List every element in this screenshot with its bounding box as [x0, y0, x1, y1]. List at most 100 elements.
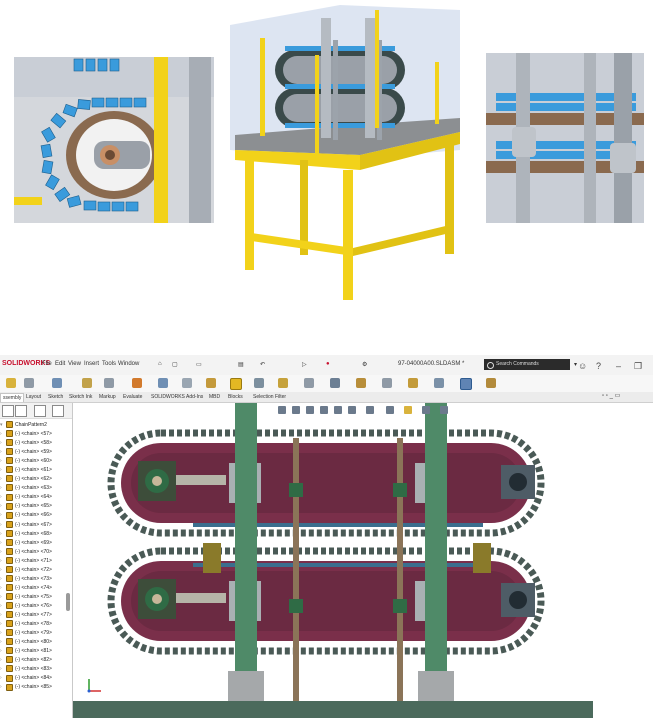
menu-tools[interactable]: Tools: [102, 361, 116, 367]
tab-markup[interactable]: Markup: [97, 393, 118, 401]
exploded-view-icon[interactable]: [304, 378, 314, 388]
view-settings-icon[interactable]: [440, 406, 448, 414]
tree-item[interactable]: › (-) <chain> <69>: [0, 538, 52, 548]
display-style-icon[interactable]: [366, 406, 374, 414]
options-icon[interactable]: ⚙: [362, 361, 367, 368]
tree-item[interactable]: › (-) <chain> <66>: [0, 511, 52, 520]
new-document-icon[interactable]: ▢: [172, 361, 178, 368]
zoom-area-icon[interactable]: [292, 406, 300, 414]
tree-item[interactable]: › (-) <chain> <79>: [0, 629, 52, 638]
active-view-icon[interactable]: [460, 378, 472, 390]
tab-selection-filter[interactable]: Selection Filter: [251, 393, 288, 401]
tree-item[interactable]: › (-) <chain> <77>: [0, 611, 52, 620]
menu-insert[interactable]: Insert: [84, 361, 99, 367]
tab-mbd[interactable]: MBD: [207, 393, 222, 401]
assembly-features-icon[interactable]: [206, 378, 216, 388]
user-icon[interactable]: ☺: [578, 361, 587, 371]
menu-file[interactable]: File: [42, 361, 52, 367]
tree-item[interactable]: › (-) <chain> <67>: [0, 520, 52, 530]
instant3d-icon[interactable]: [330, 378, 340, 388]
tree-item[interactable]: › (-) <chain> <61>: [0, 466, 52, 475]
restore-icon[interactable]: ❐: [634, 361, 642, 372]
tree-item-label: (-) <chain> <82>: [15, 657, 52, 664]
new-motion-study-icon[interactable]: [254, 378, 264, 388]
select-arrow-icon[interactable]: ▷: [302, 361, 307, 368]
tree-item[interactable]: › (-) <chain> <65>: [0, 502, 52, 511]
tree-item[interactable]: › (-) <chain> <64>: [0, 493, 52, 502]
interference-icon[interactable]: [434, 378, 444, 388]
assembly-tool-icon[interactable]: [6, 378, 16, 388]
open-icon[interactable]: ▭: [196, 361, 202, 368]
menu-view[interactable]: View: [68, 361, 81, 367]
show-hidden-icon[interactable]: [182, 378, 192, 388]
tree-scrollbar[interactable]: [66, 593, 70, 611]
zoom-to-fit-icon[interactable]: [278, 406, 286, 414]
move-component-icon[interactable]: [158, 378, 168, 388]
large-assembly-icon[interactable]: [408, 378, 418, 388]
hide-show-items-icon[interactable]: [386, 406, 394, 414]
tree-item[interactable]: › (-) <chain> <59>: [0, 448, 52, 457]
tree-item[interactable]: › (-) <chain> <80>: [0, 638, 52, 647]
update-speedpak-icon[interactable]: [356, 378, 366, 388]
tree-item[interactable]: › (-) <chain> <72>: [0, 565, 52, 575]
tab-evaluate[interactable]: Evaluate: [121, 393, 144, 401]
property-manager-tab[interactable]: [15, 405, 27, 417]
tree-item[interactable]: › (-) <chain> <83>: [0, 665, 52, 674]
tree-item[interactable]: › (-) <chain> <70>: [0, 547, 52, 557]
tree-item[interactable]: › (-) <chain> <71>: [0, 556, 52, 566]
tree-item[interactable]: › (-) <chain> <60>: [0, 457, 52, 466]
tree-item[interactable]: › (-) <chain> <82>: [0, 656, 52, 665]
smart-fasteners-icon[interactable]: [132, 378, 142, 388]
search-dropdown-icon[interactable]: ▾: [574, 361, 577, 368]
dynamic-annotation-icon[interactable]: [334, 406, 342, 414]
rebuild-icon[interactable]: ●: [326, 361, 330, 367]
home-icon[interactable]: ⌂: [158, 361, 162, 367]
view-orientation-icon[interactable]: [348, 406, 356, 414]
minimize-icon[interactable]: –: [616, 361, 621, 371]
undo-icon[interactable]: ↶: [260, 361, 265, 368]
menu-edit[interactable]: Edit: [55, 361, 65, 367]
help-icon[interactable]: ?: [596, 361, 601, 371]
tree-item[interactable]: › (-) <chain> <76>: [0, 602, 52, 611]
reference-geometry-icon[interactable]: [230, 378, 242, 390]
bill-of-materials-icon[interactable]: [278, 378, 288, 388]
panel-controls[interactable]: ▫ ▫ _ ▭: [602, 392, 620, 399]
print-icon[interactable]: ▤: [238, 361, 244, 368]
tree-item[interactable]: › (-) <chain> <62>: [0, 475, 52, 484]
tab-blocks[interactable]: Blocks: [226, 393, 245, 401]
component-preview-icon[interactable]: [82, 378, 92, 388]
search-input[interactable]: Search Commands: [484, 359, 570, 370]
tab-sketch[interactable]: Sketch: [46, 393, 65, 401]
tab-sketch-ink[interactable]: Sketch Ink: [67, 393, 94, 401]
tree-item[interactable]: › (-) <chain> <57>: [0, 430, 52, 439]
apply-scene-icon[interactable]: [422, 406, 430, 414]
instant-icon[interactable]: [486, 378, 496, 388]
mate-icon[interactable]: [52, 378, 62, 388]
section-view-icon[interactable]: [320, 406, 328, 414]
tab-solidworks-addins[interactable]: SOLIDWORKS Add-Ins: [149, 393, 205, 401]
configuration-tab[interactable]: [34, 405, 46, 417]
tree-item[interactable]: › (-) <chain> <68>: [0, 529, 52, 539]
tree-item[interactable]: › (-) <chain> <74>: [0, 584, 52, 593]
take-snapshot-icon[interactable]: [382, 378, 392, 388]
tree-item[interactable]: › (-) <chain> <75>: [0, 593, 52, 602]
conveyor-model-view[interactable]: [73, 403, 653, 718]
previous-view-icon[interactable]: [306, 406, 314, 414]
tree-item[interactable]: › (-) <chain> <58>: [0, 439, 52, 448]
tree-root[interactable]: ▾ ChainPattern2: [0, 421, 47, 430]
tree-item[interactable]: › (-) <chain> <81>: [0, 647, 52, 656]
tree-item[interactable]: › (-) <chain> <85>: [0, 683, 52, 692]
tab-layout[interactable]: Layout: [24, 393, 43, 401]
tree-item[interactable]: › (-) <chain> <84>: [0, 674, 52, 683]
tree-item[interactable]: › (-) <chain> <63>: [0, 484, 52, 493]
feature-tree-tab[interactable]: [2, 405, 14, 417]
tree-item[interactable]: › (-) <chain> <78>: [0, 620, 52, 629]
insert-component-icon[interactable]: [24, 378, 34, 388]
display-manager-tab[interactable]: [52, 405, 64, 417]
linear-pattern-icon[interactable]: [104, 378, 114, 388]
tree-root-label: ChainPattern2: [15, 422, 47, 428]
edit-appearance-icon[interactable]: [404, 406, 412, 414]
tree-item[interactable]: › (-) <chain> <73>: [0, 574, 52, 584]
menu-window[interactable]: Window: [118, 361, 139, 367]
tab-assembly[interactable]: ssembly: [0, 393, 25, 402]
